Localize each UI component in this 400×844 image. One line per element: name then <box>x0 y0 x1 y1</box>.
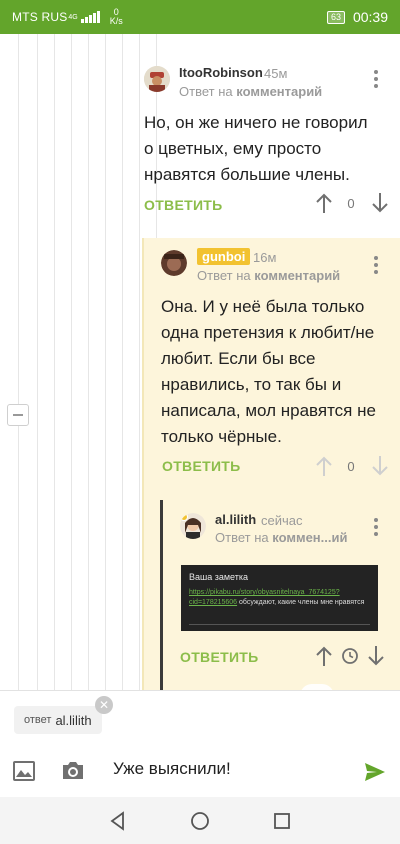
camera-icon[interactable] <box>61 759 85 781</box>
upvote-icon[interactable] <box>314 645 334 667</box>
comment-time: сейчас <box>261 513 303 528</box>
back-icon[interactable] <box>108 810 128 831</box>
close-icon[interactable]: ✕ <box>95 696 113 714</box>
more-options-icon[interactable] <box>373 518 379 536</box>
embed-text: https://pikabu.ru/story/obyasnitelnaya_7… <box>189 589 365 606</box>
online-badge-icon <box>180 513 188 521</box>
avatar[interactable] <box>180 513 206 539</box>
clock-icon <box>342 648 358 664</box>
embed-title: Ваша заметка <box>189 572 249 582</box>
reply-button[interactable]: ОТВЕТИТЬ <box>180 649 259 665</box>
comment-input[interactable]: Уже выяснили! <box>113 759 231 779</box>
home-icon[interactable] <box>190 811 210 831</box>
downvote-icon[interactable] <box>366 645 386 667</box>
reply-chip-prefix: ответ <box>24 714 52 726</box>
system-nav-bar <box>0 797 400 844</box>
send-icon[interactable] <box>363 761 387 783</box>
reply-target-link[interactable]: коммен...ий <box>272 530 347 545</box>
screen: MTS RUS 4G 0 K/s 63 00:39 ItooRobinson 4… <box>0 0 400 844</box>
vote-controls <box>314 645 386 667</box>
recents-icon[interactable] <box>272 811 292 831</box>
embedded-screenshot[interactable]: Ваша заметка https://pikabu.ru/story/oby… <box>181 565 378 631</box>
embed-divider <box>189 624 370 625</box>
image-icon[interactable] <box>12 760 36 782</box>
comment-3: al.lilith сейчас Ответ на коммен...ий Ва… <box>0 0 400 696</box>
reply-chip-name: al.lilith <box>55 712 92 728</box>
reply-to-label[interactable]: Ответ на коммен...ий <box>215 530 347 545</box>
reply-to-chip: ответ al.lilith <box>14 706 102 734</box>
comment-composer: ответ al.lilith ✕ Уже выяснили! <box>0 690 400 797</box>
comment-username[interactable]: al.lilith <box>215 512 256 527</box>
